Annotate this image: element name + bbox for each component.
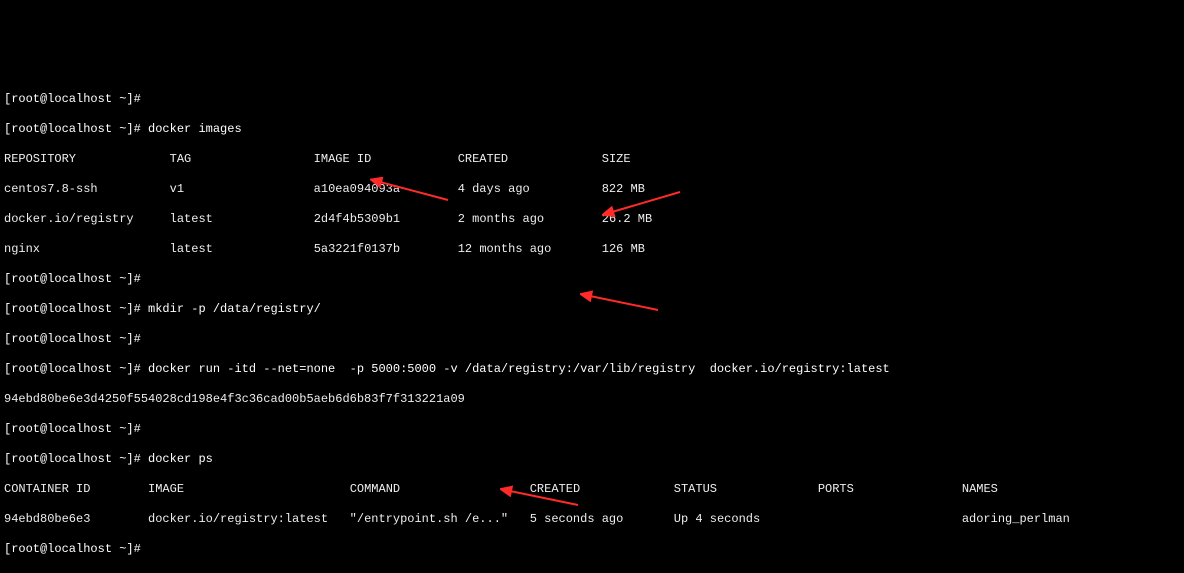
run-output: 94ebd80be6e3d4250f554028cd198e4f3c36cad0…: [4, 392, 1180, 407]
cmd-mkdir: mkdir -p /data/registry/: [148, 302, 321, 316]
cmd-pipework: pipework br0 94ebd80be6e3 192.168.72.100…: [148, 572, 551, 573]
ps-row: 94ebd80be6e3 docker.io/registry:latest "…: [4, 512, 1180, 527]
prompt: [root@localhost ~]#: [4, 572, 148, 573]
prompt: [root@localhost ~]#: [4, 122, 148, 136]
image-row: docker.io/registry latest 2d4f4b5309b1 2…: [4, 212, 1180, 227]
image-row: centos7.8-ssh v1 a10ea094093a 4 days ago…: [4, 182, 1180, 197]
cmd-docker-images: docker images: [148, 122, 242, 136]
terminal[interactable]: [root@localhost ~]# [root@localhost ~]# …: [0, 75, 1184, 573]
image-row: nginx latest 5a3221f0137b 12 months ago …: [4, 242, 1180, 257]
cmd-docker-run: docker run -itd --net=none -p 5000:5000 …: [148, 362, 890, 376]
prompt: [root@localhost ~]#: [4, 542, 148, 556]
cmd-docker-ps: docker ps: [148, 452, 213, 466]
ps-header: CONTAINER ID IMAGE COMMAND CREATED STATU…: [4, 482, 1180, 497]
prompt: [root@localhost ~]#: [4, 332, 148, 346]
prompt: [root@localhost ~]#: [4, 362, 148, 376]
images-header: REPOSITORY TAG IMAGE ID CREATED SIZE: [4, 152, 1180, 167]
prompt: [root@localhost ~]#: [4, 452, 148, 466]
prompt: [root@localhost ~]#: [4, 302, 148, 316]
prompt: [root@localhost ~]#: [4, 422, 148, 436]
prompt: [root@localhost ~]#: [4, 92, 148, 106]
prompt: [root@localhost ~]#: [4, 272, 148, 286]
